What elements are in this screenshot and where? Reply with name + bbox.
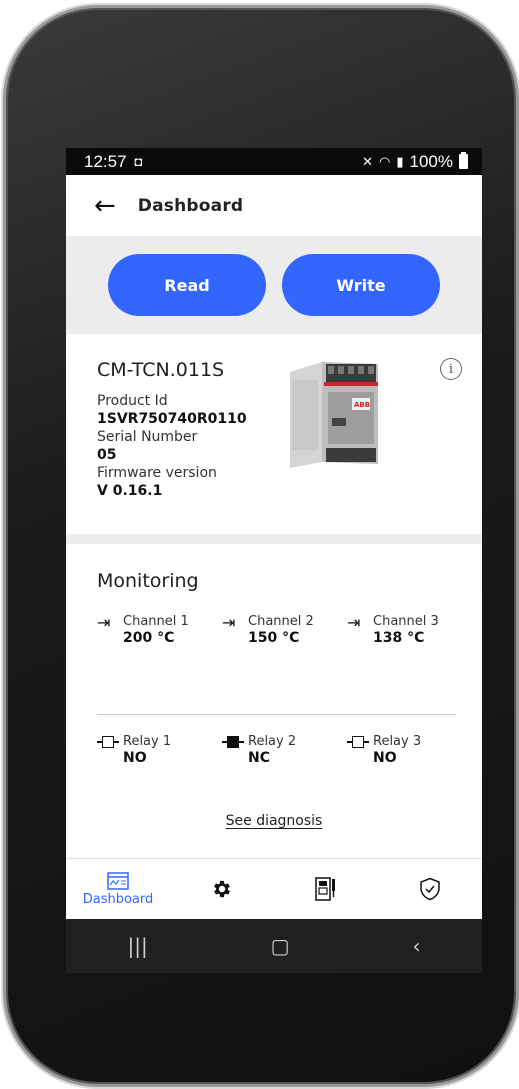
bottom-nav: Dashboard bbox=[66, 858, 482, 919]
channel-2: ⇥ Channel 2 150 °C bbox=[222, 614, 347, 647]
relay-open-icon bbox=[347, 736, 369, 748]
gallery-notification-icon: ◘ bbox=[134, 154, 143, 169]
nav-dashboard-label: Dashboard bbox=[82, 891, 154, 907]
mute-icon: ✕ bbox=[362, 153, 374, 169]
relay-value: NO bbox=[373, 750, 397, 766]
dashboard-icon bbox=[107, 871, 129, 890]
nav-device[interactable] bbox=[274, 877, 378, 901]
nav-security[interactable] bbox=[378, 877, 482, 901]
channel-label: Channel 1 bbox=[123, 614, 189, 629]
product-card: CM-TCN.011S Product Id 1SVR750740R0110 S… bbox=[66, 334, 482, 534]
diagnosis-link-wrap: See diagnosis bbox=[66, 810, 482, 829]
channel-value: 150 °C bbox=[248, 630, 300, 646]
monitoring-title: Monitoring bbox=[97, 570, 199, 592]
app-bar: ← Dashboard bbox=[66, 175, 482, 236]
device-image: ABB bbox=[290, 362, 378, 468]
battery-icon bbox=[459, 152, 468, 169]
input-channel-icon: ⇥ bbox=[347, 613, 361, 632]
relay-label: Relay 3 bbox=[373, 734, 422, 749]
firmware-value: V 0.16.1 bbox=[97, 483, 163, 499]
phone-frame: 12:57 ◘ ✕ ◠ ▮ 100% ← Dashboard Read Writ… bbox=[6, 8, 516, 1084]
signal-icon: ▮ bbox=[396, 153, 404, 169]
see-diagnosis-link[interactable]: See diagnosis bbox=[226, 813, 323, 829]
monitoring-divider bbox=[97, 714, 456, 715]
nav-settings[interactable] bbox=[170, 878, 274, 900]
device-brand-logo: ABB bbox=[354, 401, 370, 409]
shield-check-icon bbox=[420, 877, 440, 901]
system-nav-bar: ||| ▢ ‹ bbox=[66, 919, 482, 973]
channel-value: 200 °C bbox=[123, 630, 175, 646]
device-icon bbox=[315, 877, 335, 901]
wifi-icon: ◠ bbox=[379, 153, 391, 169]
status-bar: 12:57 ◘ ✕ ◠ ▮ 100% bbox=[66, 148, 482, 175]
channel-value: 138 °C bbox=[373, 630, 425, 646]
channel-label: Channel 2 bbox=[248, 614, 314, 629]
relay-label: Relay 2 bbox=[248, 734, 297, 749]
relay-3: Relay 3 NO bbox=[347, 734, 472, 767]
read-button[interactable]: Read bbox=[108, 254, 266, 316]
relay-open-icon bbox=[97, 736, 119, 748]
section-divider bbox=[66, 534, 482, 544]
battery-percent: 100% bbox=[409, 151, 453, 171]
relay-value: NC bbox=[248, 750, 270, 766]
relay-2: Relay 2 NC bbox=[222, 734, 347, 767]
back-arrow-icon[interactable]: ← bbox=[94, 193, 116, 219]
channel-row: ⇥ Channel 1 200 °C ⇥ Channel 2 150 °C ⇥ bbox=[97, 614, 482, 647]
channel-3: ⇥ Channel 3 138 °C bbox=[347, 614, 472, 647]
write-button[interactable]: Write bbox=[282, 254, 440, 316]
status-time: 12:57 bbox=[84, 151, 127, 171]
nav-dashboard[interactable]: Dashboard bbox=[66, 871, 170, 907]
relay-closed-icon bbox=[222, 736, 244, 748]
input-channel-icon: ⇥ bbox=[97, 613, 111, 632]
info-icon[interactable]: i bbox=[440, 358, 462, 380]
monitoring-section: Monitoring ⇥ Channel 1 200 °C ⇥ Channel … bbox=[66, 544, 482, 859]
page-title: Dashboard bbox=[137, 195, 244, 216]
recent-apps-icon[interactable]: ||| bbox=[127, 934, 147, 958]
home-icon[interactable]: ▢ bbox=[271, 934, 290, 958]
action-band: Read Write bbox=[66, 236, 482, 334]
relay-label: Relay 1 bbox=[123, 734, 172, 749]
channel-label: Channel 3 bbox=[373, 614, 439, 629]
relay-row: Relay 1 NO Relay 2 NC Relay 3 NO bbox=[97, 734, 472, 767]
relay-value: NO bbox=[123, 750, 147, 766]
relay-1: Relay 1 NO bbox=[97, 734, 222, 767]
app-screen: 12:57 ◘ ✕ ◠ ▮ 100% ← Dashboard Read Writ… bbox=[66, 148, 482, 973]
system-back-icon[interactable]: ‹ bbox=[413, 934, 421, 958]
input-channel-icon: ⇥ bbox=[222, 613, 236, 632]
channel-1: ⇥ Channel 1 200 °C bbox=[97, 614, 222, 647]
gear-icon bbox=[214, 880, 230, 898]
